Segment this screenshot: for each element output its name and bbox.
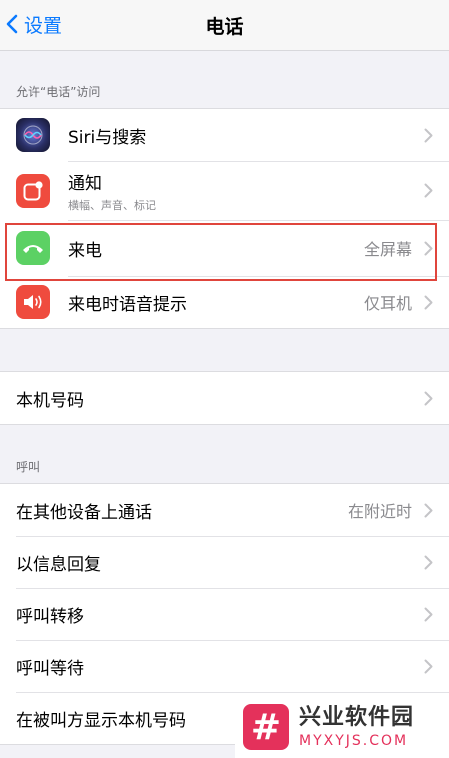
siri-icon <box>16 118 50 152</box>
row-value: 全屏幕 <box>363 240 412 259</box>
row-title: 来电 <box>68 240 102 261</box>
navigation-bar: 设置 电话 <box>0 0 449 51</box>
row-title: 呼叫等待 <box>16 658 84 679</box>
chevron-right-icon <box>424 128 433 142</box>
row-subtitle: 横幅、声音、标记 <box>68 198 156 212</box>
row-call-waiting[interactable]: 呼叫等待 <box>0 640 449 692</box>
page-title: 电话 <box>205 16 244 38</box>
watermark-logo-icon: # <box>243 704 289 750</box>
row-notifications[interactable]: 通知 横幅、声音、标记 <box>0 161 449 220</box>
row-title: 通知 <box>68 173 102 194</box>
row-value: 在附近时 <box>347 502 412 521</box>
section-header-allow: 允许“电话”访问 <box>16 85 101 99</box>
row-calls-other-devices[interactable]: 在其他设备上通话 在附近时 <box>0 484 449 536</box>
watermark-title: 兴业软件园 <box>299 704 415 730</box>
allow-access-group: Siri与搜索 通知 横幅、声音、标记 来电 全屏幕 来电时语音提示 仅耳机 <box>0 108 449 329</box>
phone-call-icon <box>16 231 50 265</box>
row-title: 来电时语音提示 <box>68 294 187 315</box>
chevron-right-icon <box>424 391 433 405</box>
chevron-right-icon <box>424 241 433 255</box>
row-title: 在其他设备上通话 <box>16 502 152 523</box>
row-call-forwarding[interactable]: 呼叫转移 <box>0 588 449 640</box>
row-value: 仅耳机 <box>363 294 412 313</box>
chevron-right-icon <box>424 659 433 673</box>
row-incoming-calls[interactable]: 来电 全屏幕 <box>0 220 449 276</box>
chevron-right-icon <box>424 183 433 198</box>
watermark: # 兴业软件园 MYXYJS.COM <box>235 696 449 758</box>
row-announce-calls[interactable]: 来电时语音提示 仅耳机 <box>0 276 449 328</box>
row-title: 本机号码 <box>16 390 84 411</box>
watermark-url: MYXYJS.COM <box>299 732 409 749</box>
row-siri-search[interactable]: Siri与搜索 <box>0 109 449 161</box>
row-my-number[interactable]: 本机号码 <box>0 372 449 424</box>
row-respond-with-text[interactable]: 以信息回复 <box>0 536 449 588</box>
chevron-right-icon <box>424 607 433 621</box>
row-title: 以信息回复 <box>16 554 101 575</box>
chevron-right-icon <box>424 503 433 517</box>
chevron-right-icon <box>424 295 433 309</box>
my-number-group: 本机号码 <box>0 371 449 425</box>
speaker-icon <box>16 285 50 319</box>
chevron-right-icon <box>424 555 433 569</box>
notification-icon <box>16 173 50 208</box>
row-title: 呼叫转移 <box>16 606 84 627</box>
section-header-calls: 呼叫 <box>16 460 41 474</box>
row-title: Siri与搜索 <box>68 127 147 148</box>
